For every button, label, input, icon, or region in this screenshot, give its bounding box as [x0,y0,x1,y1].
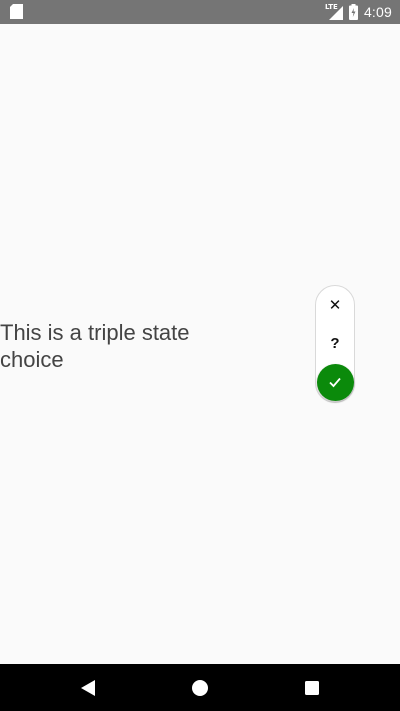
home-button[interactable] [188,676,212,700]
sd-card-icon [10,4,23,19]
signal-icon [328,6,343,20]
check-icon [329,377,341,388]
option-no-button[interactable]: ✕ [316,286,354,324]
navigation-bar [0,664,400,711]
choice-label: This is a triple state choice [0,320,190,372]
home-icon [192,680,208,696]
selected-knob[interactable] [316,363,354,401]
clock: 4:09 [363,4,392,20]
status-bar: LTE 4:09 [0,0,400,24]
signal-indicator: LTE [325,3,343,20]
recents-icon [305,681,319,695]
back-button[interactable] [76,676,100,700]
option-maybe-button[interactable]: ? [316,324,354,362]
battery-icon [348,4,358,20]
question-icon: ? [330,334,340,352]
recents-button[interactable] [300,676,324,700]
close-icon: ✕ [328,297,342,314]
main-content: This is a triple state choice ✕ ? [0,24,400,664]
option-yes-button[interactable] [316,363,354,401]
triple-state-switch[interactable]: ✕ ? [315,285,355,403]
status-right: LTE 4:09 [325,0,392,24]
back-icon [81,680,95,696]
